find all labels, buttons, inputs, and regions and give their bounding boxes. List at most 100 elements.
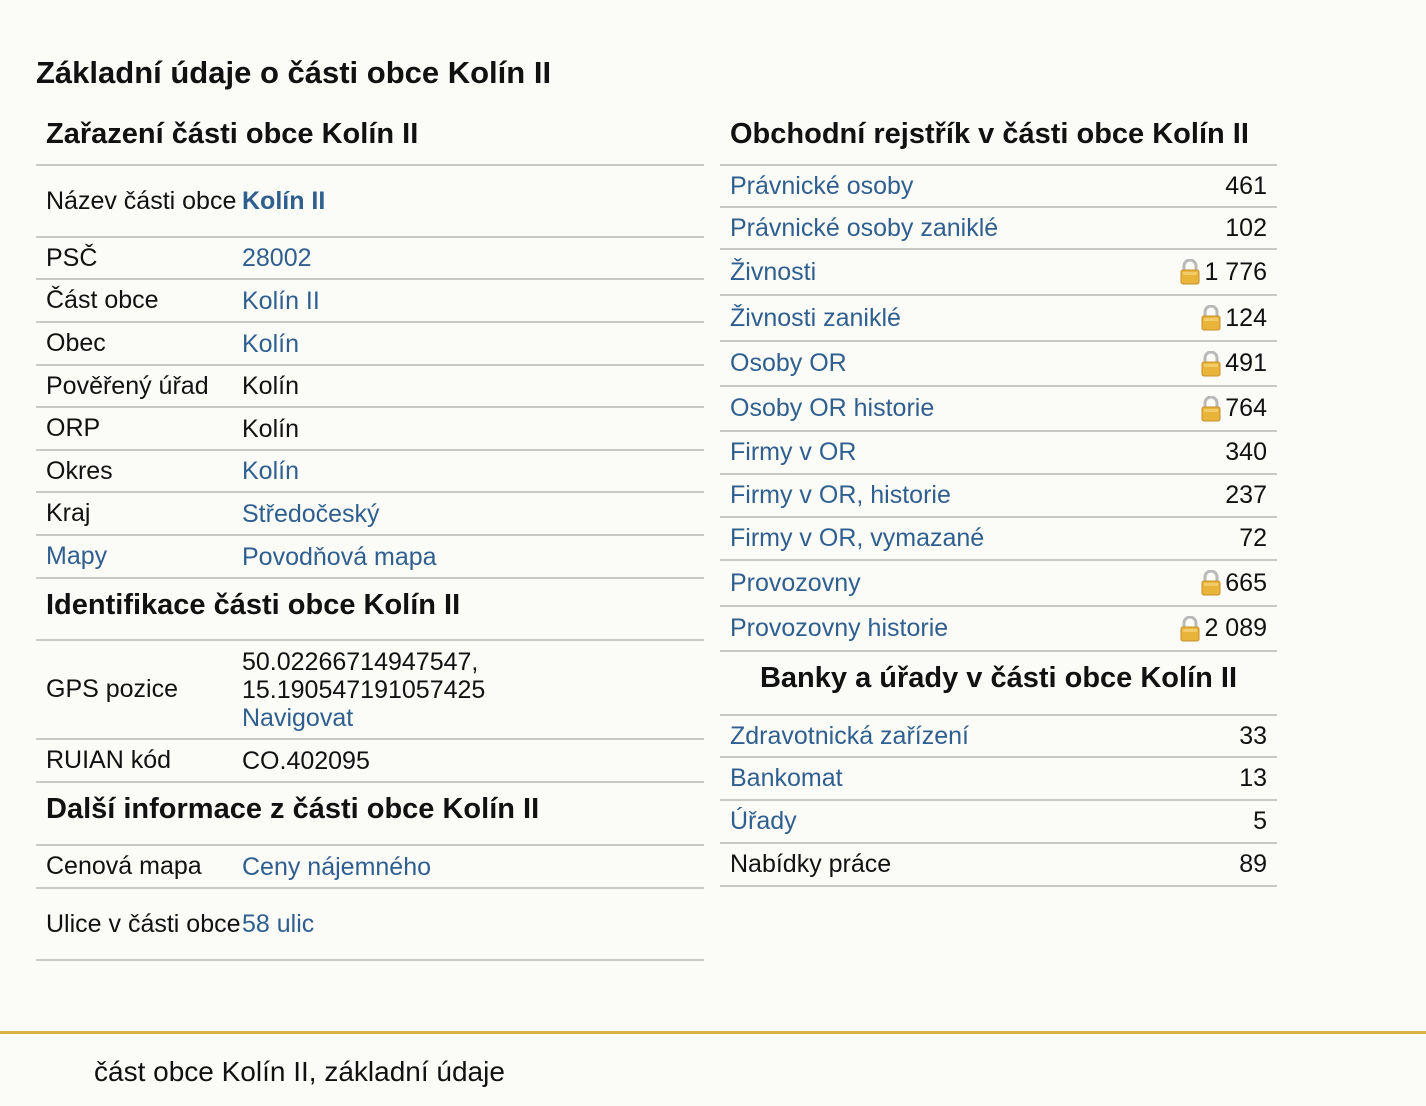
row-obec: Obec Kolín xyxy=(36,323,704,366)
lock-icon xyxy=(1201,350,1221,376)
list-row: Firmy v OR, vymazané 72 xyxy=(720,518,1277,561)
row-count: 124 xyxy=(1201,304,1267,333)
section-title-dalsi: Další informace z části obce Kolín II xyxy=(36,783,704,846)
row-count: 461 xyxy=(1225,172,1267,201)
count-value: 89 xyxy=(1239,850,1267,878)
lock-icon xyxy=(1201,395,1221,421)
row-cenova-mapa: Cenová mapa Ceny nájemného xyxy=(36,846,704,889)
row-label: RUIAN kód xyxy=(46,746,172,774)
row-povereny-urad: Pověřený úřad Kolín xyxy=(36,366,704,408)
count-value: 461 xyxy=(1225,171,1267,200)
row-link[interactable]: Právnické osoby zaniklé xyxy=(730,214,998,243)
count-value: 340 xyxy=(1225,438,1267,466)
lock-icon xyxy=(1180,259,1200,285)
row-link[interactable]: Firmy v OR xyxy=(730,438,856,467)
row-label: Cenová mapa xyxy=(46,852,202,880)
link-kraj[interactable]: Středočeský xyxy=(242,500,704,528)
row-label: Okres xyxy=(46,456,113,485)
section-title-identifikace: Identifikace části obce Kolín II xyxy=(36,579,704,641)
row-orp: ORP Kolín xyxy=(36,408,704,451)
row-label: PSČ xyxy=(46,243,98,272)
row-value: Kolín xyxy=(242,414,299,443)
row-value: Kolín xyxy=(242,372,299,400)
link-kolin-ii-name[interactable]: Kolín II xyxy=(242,187,704,215)
section-title-obchodni: Obchodní rejstřík v části obce Kolín II xyxy=(720,108,1277,166)
count-value: 491 xyxy=(1225,349,1267,377)
row-count: 1 776 xyxy=(1180,258,1267,287)
navigate-link[interactable]: Navigovat xyxy=(242,704,704,732)
row-link[interactable]: Firmy v OR, historie xyxy=(730,481,951,510)
list-row: Živnosti 1 776 xyxy=(720,250,1277,296)
row-link[interactable]: Úřady xyxy=(730,807,797,836)
row-cast-obce: Část obce Kolín II xyxy=(36,280,704,323)
row-count: 72 xyxy=(1239,524,1267,553)
footer-divider xyxy=(0,1031,1426,1034)
left-column: Zařazení části obce Kolín II Název části… xyxy=(36,108,704,961)
list-row: Osoby OR 491 xyxy=(720,342,1277,387)
row-count: 5 xyxy=(1253,807,1267,836)
list-row: Právnické osoby zaniklé 102 xyxy=(720,208,1277,250)
right-column: Obchodní rejstřík v části obce Kolín II … xyxy=(720,108,1277,887)
row-count: 2 089 xyxy=(1180,614,1267,643)
row-link[interactable]: Provozovny xyxy=(730,569,861,598)
row-link[interactable]: Osoby OR xyxy=(730,349,847,378)
row-link[interactable]: Živnosti xyxy=(730,258,816,287)
count-value: 764 xyxy=(1225,394,1267,422)
gps-latitude: 50.02266714947547, xyxy=(242,647,479,676)
row-link[interactable]: Bankomat xyxy=(730,764,843,793)
link-okres[interactable]: Kolín xyxy=(242,457,704,485)
banky-list: Zdravotnická zařízení 33 Bankomat 13 Úřady 5 N… xyxy=(720,716,1277,887)
row-count: 89 xyxy=(1239,850,1267,879)
link-obec[interactable]: Kolín xyxy=(242,330,704,358)
list-row: Živnosti zaniklé 124 xyxy=(720,296,1277,342)
ruian-value: CO.402095 xyxy=(242,746,370,775)
obchodni-list: Právnické osoby 461 Právnické osoby zanikl… xyxy=(720,166,1277,652)
list-row: Bankomat 13 xyxy=(720,758,1277,801)
link-ulice[interactable]: 58 ulic xyxy=(242,910,704,938)
gps-longitude: 15.190547191057425 xyxy=(242,675,486,704)
lock-icon xyxy=(1180,615,1200,641)
row-count: 764 xyxy=(1201,394,1267,423)
row-label: Ulice v části obce xyxy=(46,909,241,938)
row-label: ORP xyxy=(46,414,101,442)
count-value: 1 776 xyxy=(1204,257,1267,286)
link-mapy[interactable]: Mapy xyxy=(36,543,242,570)
row-count: 33 xyxy=(1239,722,1267,751)
count-value: 665 xyxy=(1225,568,1267,597)
list-row: Právnické osoby 461 xyxy=(720,166,1277,208)
count-value: 124 xyxy=(1225,303,1267,332)
lock-icon xyxy=(1201,305,1221,331)
row-ruian: RUIAN kód CO.402095 xyxy=(36,740,704,783)
row-link[interactable]: Osoby OR historie xyxy=(730,394,934,423)
count-value: 102 xyxy=(1225,213,1267,242)
row-link[interactable]: Firmy v OR, vymazané xyxy=(730,524,984,553)
row-label: Nabídky práce xyxy=(730,850,892,878)
gps-value: 50.02266714947547, 15.190547191057425 Na… xyxy=(242,648,704,732)
link-cast-obce[interactable]: Kolín II xyxy=(242,287,704,315)
link-ceny-najemneho[interactable]: Ceny nájemného xyxy=(242,853,704,881)
row-ulice: Ulice v části obce 58 ulic xyxy=(36,889,704,961)
row-link[interactable]: Živnosti zaniklé xyxy=(730,304,901,333)
row-label: GPS pozice xyxy=(46,675,179,703)
page-title: Základní údaje o části obce Kolín II xyxy=(36,55,552,90)
row-count: 665 xyxy=(1201,569,1267,598)
list-row: Firmy v OR, historie 237 xyxy=(720,475,1277,518)
link-psc[interactable]: 28002 xyxy=(242,244,704,272)
row-mapy: Mapy Povodňová mapa xyxy=(36,536,704,579)
footer-caption: část obce Kolín II, základní údaje xyxy=(94,1056,505,1087)
row-count: 237 xyxy=(1225,481,1267,510)
row-okres: Okres Kolín xyxy=(36,451,704,493)
row-link[interactable]: Provozovny historie xyxy=(730,614,948,643)
row-link[interactable]: Zdravotnická zařízení xyxy=(730,722,969,751)
row-gps: GPS pozice 50.02266714947547, 15.1905471… xyxy=(36,641,704,740)
row-label: Obec xyxy=(46,329,106,357)
count-value: 2 089 xyxy=(1204,614,1267,642)
row-link[interactable]: Právnické osoby xyxy=(730,172,913,201)
list-row: Provozovny historie 2 089 xyxy=(720,607,1277,652)
list-row: Nabídky práce 89 xyxy=(720,844,1277,887)
count-value: 237 xyxy=(1225,481,1267,509)
link-povodnova-mapa[interactable]: Povodňová mapa xyxy=(242,543,704,571)
list-row: Firmy v OR 340 xyxy=(720,432,1277,475)
row-count: 340 xyxy=(1225,438,1267,467)
section-title-zarazeni: Zařazení části obce Kolín II xyxy=(36,108,704,166)
